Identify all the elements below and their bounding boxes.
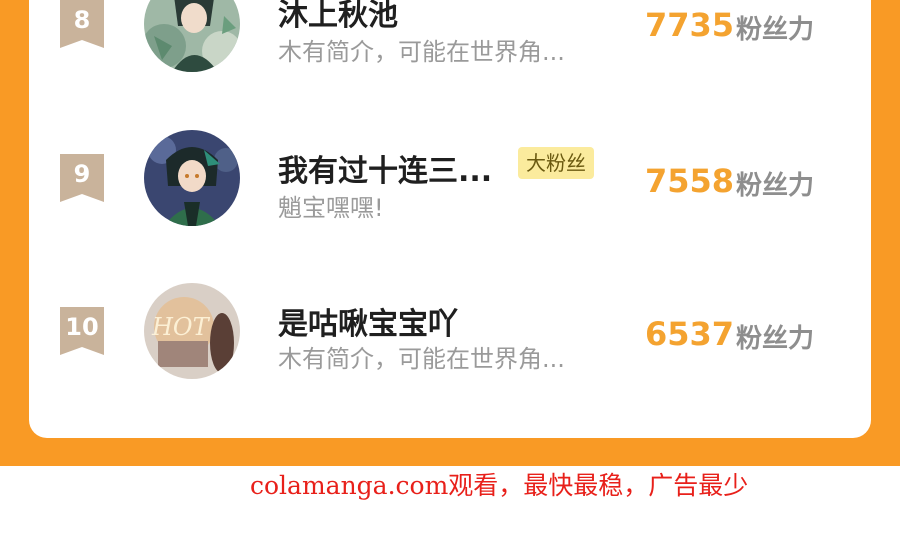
big-fan-badge: 大粉丝 xyxy=(518,147,594,179)
user-avatar[interactable] xyxy=(144,130,240,226)
user-bio: 魈宝嘿嘿! xyxy=(278,194,384,222)
leaderboard-row-9[interactable]: 9 我有过十连三... 大粉丝 魈宝嘿嘿! 7558 粉丝力 xyxy=(29,122,871,252)
fan-power-label: 粉丝力 xyxy=(736,171,815,201)
user-name: 是咕啾宝宝吖 xyxy=(278,307,458,342)
fan-power-score: 7735 xyxy=(645,6,735,44)
fan-power-label: 粉丝力 xyxy=(736,15,815,45)
leaderboard-card: 8 沐上秋池 木有简介，可能在世界角... 7735 粉丝力 9 我有过十连三.… xyxy=(29,0,871,438)
rank-number: 10 xyxy=(65,313,99,341)
rank-number: 9 xyxy=(73,160,91,188)
rank-badge: 9 xyxy=(60,154,104,202)
fan-power-score: 6537 xyxy=(645,315,735,353)
rank-badge: 8 xyxy=(60,0,104,48)
svg-text:HOT: HOT xyxy=(151,313,211,341)
user-bio: 木有简介，可能在世界角... xyxy=(278,345,565,373)
rank-number: 8 xyxy=(73,6,91,34)
leaderboard-row-10[interactable]: 10 HOT 是咕啾宝宝吖 木有简介，可能在世界角... 6537 粉丝力 xyxy=(29,275,871,405)
user-avatar[interactable]: HOT xyxy=(144,283,240,379)
rank-badge: 10 xyxy=(60,307,104,355)
leaderboard-row-8[interactable]: 8 沐上秋池 木有简介，可能在世界角... 7735 粉丝力 xyxy=(29,0,871,100)
user-name: 沐上秋池 xyxy=(278,0,398,33)
fan-power-score: 7558 xyxy=(645,162,735,200)
user-bio: 木有简介，可能在世界角... xyxy=(278,38,565,66)
user-avatar[interactable] xyxy=(144,0,240,72)
site-watermark: colamanga.com观看，最快最稳，广告最少 xyxy=(250,471,749,500)
user-name: 我有过十连三... xyxy=(278,154,493,189)
fan-power-label: 粉丝力 xyxy=(736,324,815,354)
leaderboard-frame: 8 沐上秋池 木有简介，可能在世界角... 7735 粉丝力 9 我有过十连三.… xyxy=(0,0,900,466)
